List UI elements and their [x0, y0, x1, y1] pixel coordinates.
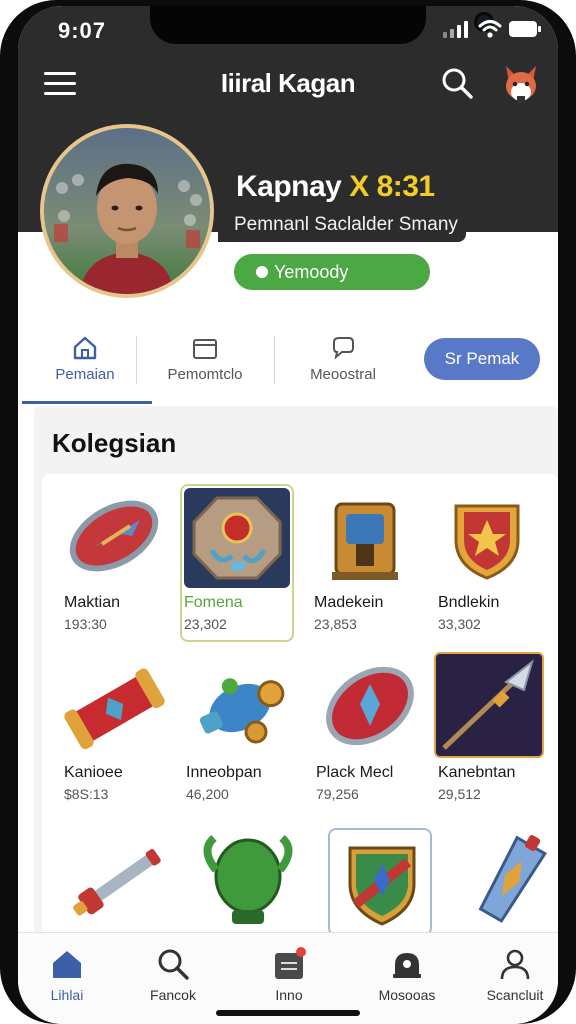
battery-icon — [509, 21, 541, 37]
profile-avatar[interactable] — [40, 124, 214, 298]
crystal-blade-icon — [478, 835, 547, 923]
signal-icon — [443, 21, 468, 38]
bell-icon — [393, 953, 421, 978]
app-screen: 9:07 Iiiral Kagan Kapnay X 8:31 Pemnanl … — [18, 6, 558, 1024]
collection-item[interactable]: Plack Mecl 79,256 — [314, 656, 428, 814]
item-price: 193:30 — [64, 616, 107, 632]
folder-icon — [193, 339, 217, 359]
profile-photo-image — [44, 128, 210, 294]
tab-meoostral[interactable]: Meoostral — [278, 334, 408, 400]
collection-item[interactable]: Kanebntan 29,512 — [434, 652, 550, 814]
gem-octagon-icon — [184, 488, 290, 588]
item-name: Bndlekin — [438, 594, 500, 611]
collection-item[interactable]: Inneobpan 46,200 — [184, 656, 298, 814]
chat-icon — [333, 337, 354, 360]
item-name: Plack Mecl — [316, 764, 394, 781]
profile-subtitle: Pemnanl Saclalder Smany — [234, 214, 458, 235]
nav-item-notifications[interactable]: Mosooas — [362, 947, 452, 1013]
nav-item-profile[interactable]: Scancluit — [470, 947, 558, 1013]
item-price: 29,512 — [438, 786, 481, 802]
item-name: Maktian — [64, 594, 121, 611]
green-helmet-icon — [203, 834, 293, 924]
item-name: Inneobpan — [186, 764, 262, 781]
emblem-shield-icon — [348, 846, 416, 926]
status-badge[interactable]: Yemoody — [234, 254, 430, 290]
nav-label: Lihlai — [50, 987, 84, 1003]
item-name: Fomena — [184, 594, 243, 611]
profile-icon — [500, 949, 530, 980]
search-icon[interactable] — [440, 66, 474, 100]
item-name: Madekein — [314, 594, 384, 611]
home-indicator[interactable] — [216, 1010, 360, 1016]
tab-divider — [136, 336, 137, 384]
collection-item[interactable] — [62, 826, 176, 936]
wifi-icon — [478, 20, 502, 38]
profile-name-accent: X 8:31 — [349, 170, 435, 203]
status-dot-icon — [256, 266, 268, 278]
collection-item[interactable] — [454, 830, 558, 936]
crest-shield-icon — [454, 504, 520, 580]
item-price: 23,853 — [314, 616, 357, 632]
collection-item[interactable] — [328, 828, 446, 936]
fox-avatar-icon[interactable] — [500, 62, 542, 104]
tab-pemomtclo[interactable]: Pemomtclo — [140, 334, 270, 400]
status-bar: 9:07 — [18, 6, 558, 56]
item-price: $8S:13 — [64, 786, 109, 802]
nav-label: Scancluit — [486, 987, 544, 1003]
app-title: Iiiral Kagan — [220, 68, 356, 98]
tab-pemaian[interactable]: Pemaian — [20, 334, 152, 404]
nav-label: Inno — [275, 987, 303, 1003]
search-icon — [158, 949, 189, 980]
spear-icon — [442, 659, 534, 750]
nav-label: Fancok — [150, 987, 196, 1003]
item-price: 79,256 — [316, 786, 359, 802]
profile-name-main: Kapnay — [236, 170, 342, 203]
item-price: 33,302 — [438, 616, 481, 632]
nav-item-search[interactable]: Fancok — [128, 947, 218, 1013]
collection-panel: Kolegsian Maktian 193:30 Fomena 23,302 M… — [34, 406, 558, 942]
item-name: Kanioee — [64, 764, 123, 781]
sword-icon — [73, 849, 161, 916]
nav-label: Mosooas — [378, 987, 436, 1003]
collection-item[interactable]: Maktian 193:30 — [62, 486, 176, 644]
collection-item[interactable]: Bndlekin 33,302 — [436, 486, 550, 644]
status-time: 9:07 — [58, 18, 107, 43]
profile-name: Kapnay X 8:31 — [236, 170, 435, 204]
menu-icon-line — [44, 72, 76, 75]
tab-label: Pemomtclo — [167, 366, 243, 383]
nav-item-home[interactable]: Lihlai — [22, 947, 112, 1013]
shield-icon — [69, 500, 159, 572]
collection-item[interactable] — [196, 830, 310, 936]
menu-icon-line — [44, 82, 76, 85]
home-icon — [73, 336, 97, 360]
collection-item[interactable]: Madekein 23,853 — [312, 486, 426, 644]
menu-button[interactable] — [42, 68, 78, 98]
tab-action-button[interactable]: Sr Pemak — [424, 338, 540, 380]
item-price: 46,200 — [186, 786, 229, 802]
scroll-icon — [64, 668, 165, 750]
home-icon — [53, 951, 81, 978]
item-price: 23,302 — [184, 616, 227, 632]
notch — [150, 6, 494, 44]
collection-content: Kolegsian Maktian 193:30 Fomena 23,302 M… — [34, 406, 558, 942]
collection-item[interactable]: Kanioee $8S:13 — [62, 656, 176, 814]
item-name: Kanebntan — [438, 764, 516, 781]
status-label: Yemoody — [274, 262, 349, 282]
red-shield-icon — [326, 666, 414, 746]
cannon-icon — [199, 678, 285, 744]
menu-icon-line — [44, 92, 76, 95]
tab-label: Meoostral — [310, 366, 376, 383]
nav-item-inbox[interactable]: Inno — [244, 947, 334, 1013]
section-title: Kolegsian — [52, 428, 177, 458]
collection-item-selected[interactable]: Fomena 23,302 — [180, 484, 294, 642]
phone-frame: 9:07 Iiiral Kagan Kapnay X 8:31 Pemnanl … — [0, 0, 576, 1024]
chest-icon — [332, 502, 398, 580]
inbox-icon — [275, 947, 306, 979]
tab-label: Pemaian — [55, 366, 115, 383]
tab-divider — [274, 336, 275, 384]
